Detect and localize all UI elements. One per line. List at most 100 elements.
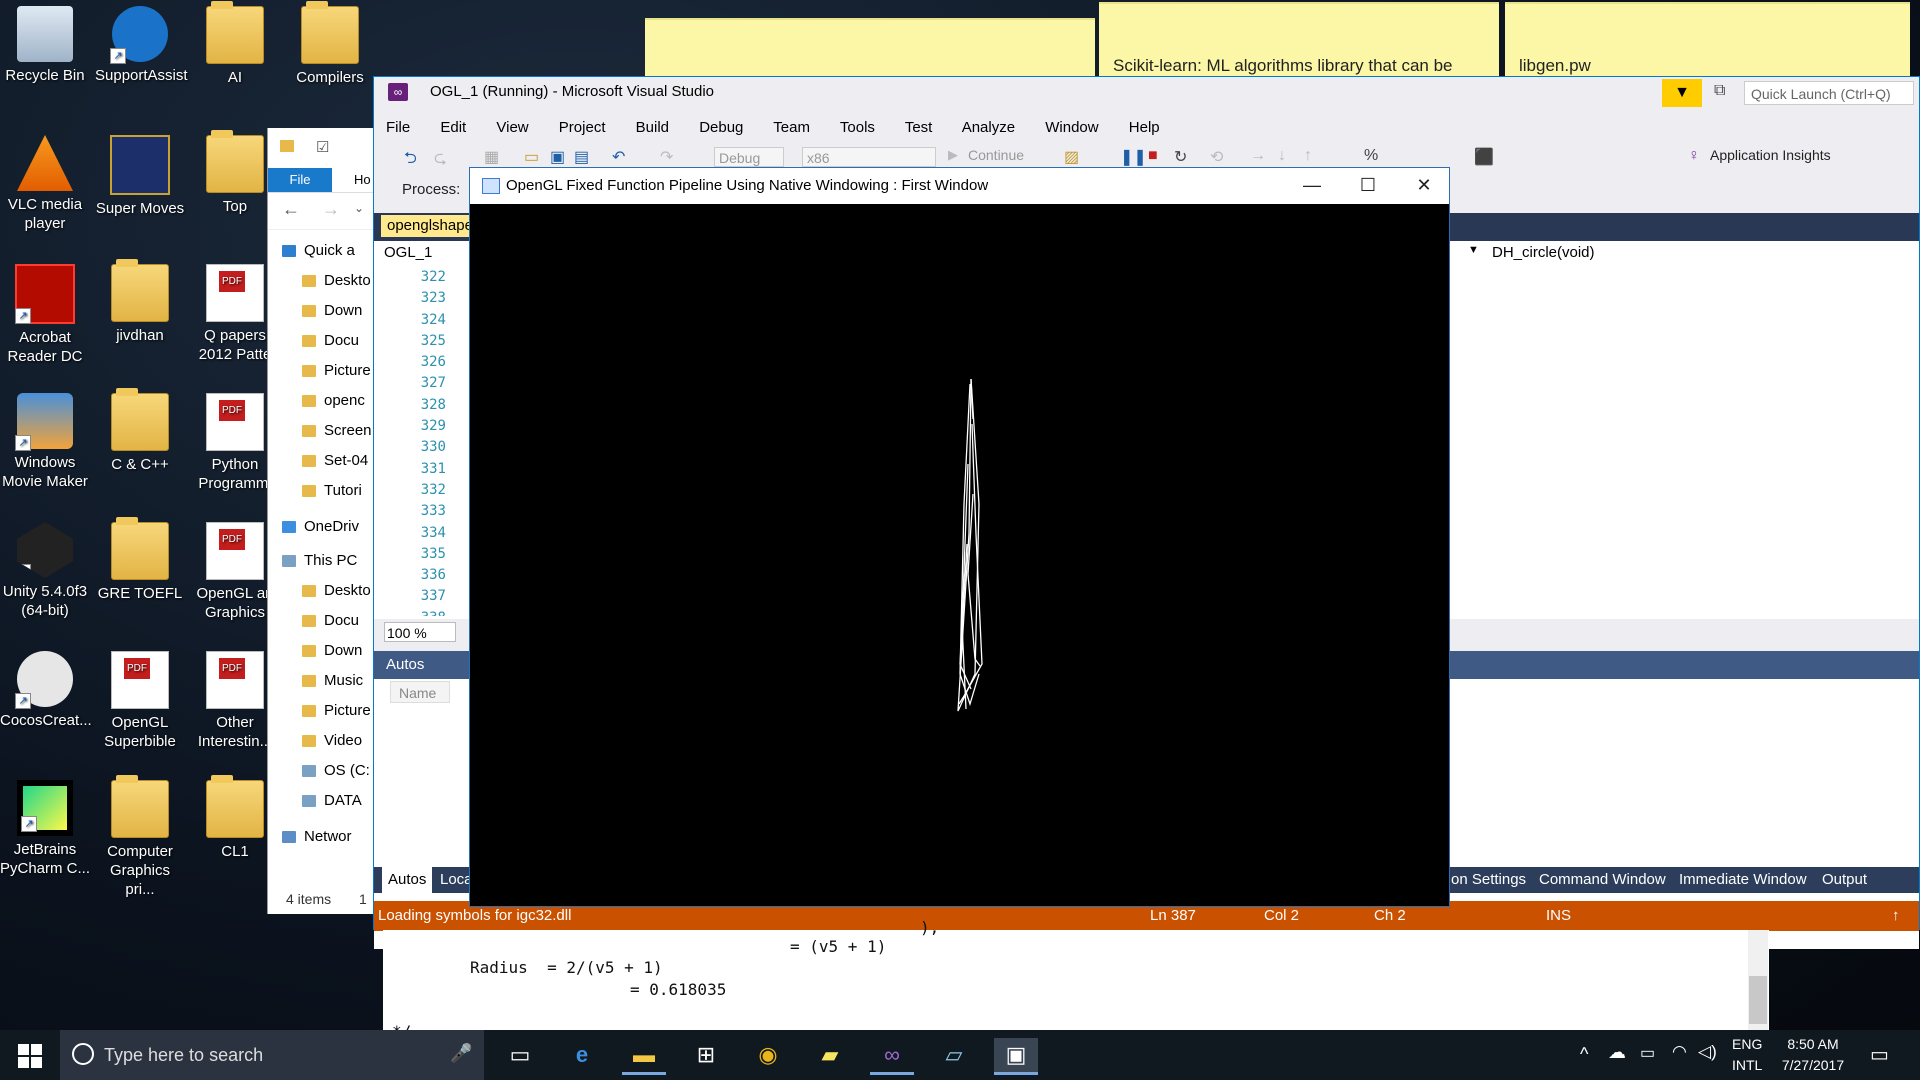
tab-immediate-window[interactable]: Immediate Window bbox=[1679, 871, 1807, 888]
process-icon[interactable]: ▨ bbox=[1064, 147, 1079, 167]
notifications-icon[interactable]: ⧉ bbox=[1714, 82, 1725, 100]
show-hidden-icons-icon[interactable]: ^ bbox=[1580, 1044, 1588, 1065]
desktop-icon[interactable]: JetBrains PyCharm C... bbox=[0, 774, 90, 878]
continue-button[interactable]: Continue bbox=[968, 147, 1024, 163]
menu-test[interactable]: Test bbox=[905, 119, 933, 136]
step-into-icon[interactable]: ↓ bbox=[1278, 147, 1286, 165]
taskbar-search-box[interactable]: Type here to search 🎤 bbox=[60, 1030, 484, 1080]
visual-studio-taskbar-icon[interactable]: ∞ bbox=[870, 1038, 914, 1075]
explorer-nav-item[interactable]: Picture bbox=[268, 356, 383, 386]
desktop-icon[interactable]: Unity 5.4.0f3 (64-bit) bbox=[0, 516, 90, 620]
explorer-nav-item[interactable]: Docu bbox=[268, 326, 383, 356]
store-icon[interactable]: ⊞ bbox=[684, 1038, 728, 1072]
desktop-icon[interactable]: GRE TOEFL bbox=[95, 516, 185, 603]
explorer-nav-item[interactable]: Deskto bbox=[268, 266, 383, 296]
explorer-nav-item[interactable]: Set-04 bbox=[268, 446, 383, 476]
menu-file[interactable]: File bbox=[386, 119, 410, 136]
step-over-icon[interactable]: → bbox=[1250, 147, 1266, 165]
desktop-icon[interactable]: C & C++ bbox=[95, 387, 185, 474]
desktop-icon[interactable]: SupportAssist bbox=[95, 0, 188, 85]
clock[interactable]: 8:50 AM 7/27/2017 bbox=[1776, 1034, 1850, 1076]
desktop-icon[interactable]: Acrobat Reader DC bbox=[0, 258, 90, 366]
explorer-nav-item[interactable]: openc bbox=[268, 386, 383, 416]
explorer-nav-item[interactable]: Quick a bbox=[268, 236, 383, 266]
explorer-home-tab[interactable]: Ho bbox=[354, 172, 371, 187]
opengl-app-taskbar-icon[interactable]: ▣ bbox=[994, 1038, 1038, 1075]
tab-autos[interactable]: Autos bbox=[382, 867, 433, 893]
desktop-icon[interactable]: Super Moves bbox=[95, 129, 185, 218]
desktop-icon[interactable]: Recycle Bin bbox=[0, 0, 90, 85]
menu-tools[interactable]: Tools bbox=[840, 119, 875, 136]
tab-exception-settings[interactable]: on Settings bbox=[1451, 871, 1526, 888]
text-editor-window[interactable] bbox=[383, 930, 1769, 1030]
desktop-icon[interactable]: Windows Movie Maker bbox=[0, 387, 90, 491]
tab-openglshape[interactable]: openglshape bbox=[381, 215, 479, 237]
explorer-nav-item[interactable]: Tutori bbox=[268, 476, 383, 506]
menu-build[interactable]: Build bbox=[636, 119, 669, 136]
explorer-file-tab[interactable]: File bbox=[268, 168, 332, 192]
language-indicator[interactable]: ENG INTL bbox=[1732, 1034, 1762, 1076]
chrome-icon[interactable]: ◉ bbox=[746, 1038, 790, 1072]
new-project-icon[interactable]: ▦ bbox=[484, 147, 499, 167]
menu-project[interactable]: Project bbox=[559, 119, 606, 136]
solution-platform-select[interactable]: x86 bbox=[802, 147, 936, 167]
battery-icon[interactable]: ▭ bbox=[1640, 1043, 1655, 1063]
sticky-note-3[interactable]: libgen.pw bbox=[1505, 2, 1910, 76]
desktop-icon[interactable]: jivdhan bbox=[95, 258, 185, 345]
chevron-down-icon[interactable]: ▼ bbox=[1468, 244, 1479, 256]
back-arrow-icon[interactable]: ← bbox=[282, 199, 300, 220]
menu-analyze[interactable]: Analyze bbox=[962, 119, 1015, 136]
forward-arrow-icon[interactable]: → bbox=[322, 199, 340, 220]
undo-icon[interactable]: ↶ bbox=[612, 147, 625, 167]
step-out-icon[interactable]: ↑ bbox=[1304, 147, 1312, 165]
explorer-nav-item[interactable]: OS (C: bbox=[268, 756, 383, 786]
restart-icon[interactable]: ↻ bbox=[1174, 147, 1187, 167]
menu-view[interactable]: View bbox=[496, 119, 528, 136]
explorer-nav-item[interactable]: Screen bbox=[268, 416, 383, 446]
sticky-notes-icon[interactable]: ▰ bbox=[808, 1038, 852, 1072]
sticky-note-1[interactable] bbox=[645, 18, 1095, 76]
project-dropdown[interactable]: OGL_1 bbox=[384, 244, 432, 261]
save-all-icon[interactable]: ▤ bbox=[574, 147, 589, 167]
pause-icon[interactable]: ❚❚ bbox=[1120, 147, 1147, 167]
explorer-nav-item[interactable]: OneDriv bbox=[268, 512, 383, 542]
stop-icon[interactable]: ■ bbox=[1148, 147, 1158, 165]
redo-icon[interactable]: ↷ bbox=[660, 147, 673, 167]
toggle-bookmark-icon[interactable]: ⬛ bbox=[1474, 147, 1494, 167]
desktop-icon[interactable]: CocosCreat... bbox=[0, 645, 92, 730]
show-next-statement-icon[interactable]: ⟲ bbox=[1210, 147, 1223, 167]
close-button[interactable]: ✕ bbox=[1396, 170, 1452, 200]
quick-launch-input[interactable]: Quick Launch (Ctrl+Q) bbox=[1744, 81, 1914, 105]
menu-team[interactable]: Team bbox=[773, 119, 810, 136]
minimize-button[interactable]: — bbox=[1284, 170, 1340, 200]
menu-help[interactable]: Help bbox=[1129, 119, 1160, 136]
explorer-nav-item[interactable]: Down bbox=[268, 636, 383, 666]
scrollbar-thumb[interactable] bbox=[1749, 976, 1767, 1024]
filter-icon[interactable]: ▼ bbox=[1662, 79, 1702, 107]
publish-arrow-icon[interactable]: ↑ bbox=[1892, 907, 1900, 924]
notepad-taskbar-icon[interactable]: ▱ bbox=[932, 1038, 976, 1072]
app-insights-icon[interactable]: ♀ bbox=[1688, 147, 1700, 165]
zoom-select[interactable]: 100 % bbox=[384, 622, 456, 642]
sticky-note-2[interactable]: Scikit-learn: ML algorithms library that… bbox=[1099, 2, 1499, 76]
app-insights-button[interactable]: Application Insights bbox=[1710, 147, 1831, 163]
volume-icon[interactable]: ◁) bbox=[1698, 1042, 1717, 1062]
menu-edit[interactable]: Edit bbox=[440, 119, 466, 136]
menu-debug[interactable]: Debug bbox=[699, 119, 743, 136]
explorer-nav-item[interactable]: Deskto bbox=[268, 576, 383, 606]
checkbox-icon[interactable]: ☑ bbox=[316, 138, 329, 156]
explorer-nav-item[interactable]: Music bbox=[268, 666, 383, 696]
menu-window[interactable]: Window bbox=[1045, 119, 1098, 136]
navigate-back-icon[interactable]: ⮌ bbox=[404, 147, 417, 174]
explorer-nav-item[interactable]: DATA bbox=[268, 786, 383, 816]
opengl-window[interactable]: OpenGL Fixed Function Pipeline Using Nat… bbox=[469, 167, 1450, 907]
explorer-nav-item[interactable]: This PC bbox=[268, 546, 383, 576]
explorer-nav-item[interactable]: Picture bbox=[268, 696, 383, 726]
navigate-forward-icon[interactable]: ⮎ bbox=[434, 147, 447, 174]
explorer-nav-item[interactable]: Down bbox=[268, 296, 383, 326]
desktop-icon[interactable]: VLC media player bbox=[0, 129, 90, 233]
solution-configuration-select[interactable]: Debug bbox=[714, 147, 784, 167]
file-explorer-icon[interactable]: ▬ bbox=[622, 1038, 666, 1075]
save-icon[interactable]: ▣ bbox=[550, 147, 565, 167]
tab-output[interactable]: Output bbox=[1822, 871, 1867, 888]
